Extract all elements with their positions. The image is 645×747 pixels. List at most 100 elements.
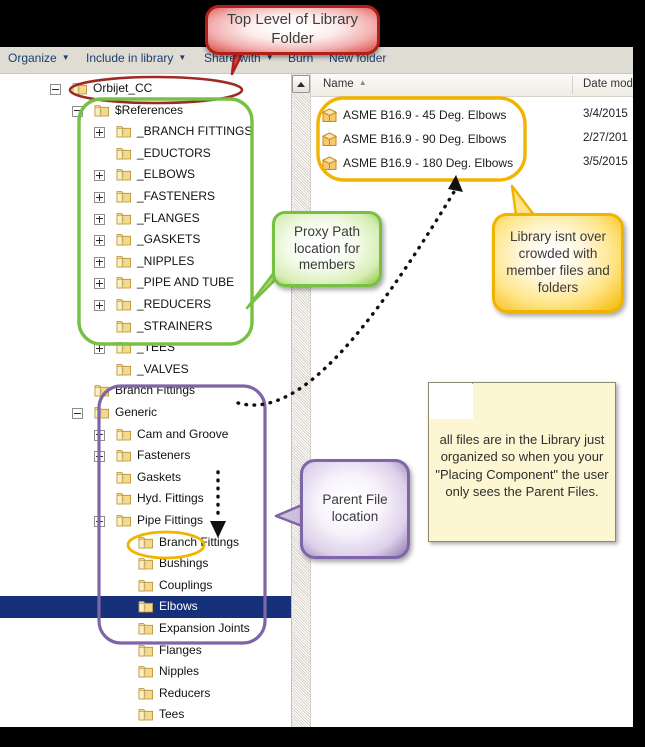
column-divider[interactable] — [572, 76, 573, 94]
folder-icon — [116, 232, 132, 247]
tree-item-pipe-fittings[interactable]: Pipe Fittings — [0, 510, 291, 532]
tree-item-label: Flanges — [159, 642, 202, 657]
tree-item-label: Nipples — [159, 664, 200, 679]
tree-item-elbows[interactable]: _ELBOWS — [0, 164, 291, 186]
tree-item-nipples[interactable]: Nipples — [0, 661, 291, 683]
expand-plus-icon[interactable] — [94, 235, 105, 247]
file-list-row[interactable]: ASME B16.9 - 90 Deg. Elbows 2/27/201 — [311, 128, 633, 152]
folder-icon — [94, 383, 110, 398]
file-list-column-header: Name ▲ Date mod — [311, 74, 633, 97]
tree-item-references[interactable]: $References — [0, 100, 291, 122]
collapse-minus-icon[interactable] — [72, 105, 83, 117]
tree-item-quick-connectors[interactable]: Quick Connectors — [0, 726, 291, 727]
tree-item-label: _STRAINERS — [137, 318, 213, 333]
expand-plus-icon[interactable] — [94, 256, 105, 268]
file-date-modified: 3/4/2015 — [583, 108, 628, 120]
column-header-date-modified[interactable]: Date mod — [583, 78, 633, 90]
tree-item-fasteners[interactable]: Fasteners — [0, 445, 291, 467]
folder-icon — [116, 340, 132, 355]
tree-item-generic[interactable]: Generic — [0, 402, 291, 424]
tree-item-expansion-joints[interactable]: Expansion Joints — [0, 618, 291, 640]
tree-item-couplings[interactable]: Couplings — [0, 575, 291, 597]
backdrop-bottom — [0, 727, 645, 747]
tree-item-label: Couplings — [159, 577, 213, 592]
tree-item-label: _NIPPLES — [137, 253, 195, 268]
expand-plus-icon[interactable] — [94, 170, 105, 182]
folder-icon — [116, 362, 132, 377]
callout-top-level-library: Top Level of Library Folder — [205, 5, 380, 55]
tree-item-eductors[interactable]: _EDUCTORS — [0, 143, 291, 165]
tree-item-gaskets[interactable]: _GASKETS — [0, 229, 291, 251]
folder-icon — [138, 599, 154, 614]
folder-icon — [116, 189, 132, 204]
file-name: ASME B16.9 - 180 Deg. Elbows — [343, 156, 514, 170]
tree-item-pipe-and-tube[interactable]: _PIPE AND TUBE — [0, 272, 291, 294]
expand-plus-icon[interactable] — [94, 343, 105, 355]
tree-item-branch-fittings[interactable]: Branch Fittings — [0, 532, 291, 554]
tree-item-flanges[interactable]: Flanges — [0, 640, 291, 662]
callout-text: Top Level of Library Folder — [227, 11, 358, 47]
tree-item-reducers[interactable]: _REDUCERS — [0, 294, 291, 316]
expand-plus-icon[interactable] — [94, 127, 105, 139]
tree-item-label: _FASTENERS — [137, 189, 216, 203]
column-header-name[interactable]: Name ▲ — [323, 78, 367, 90]
file-date-modified: 2/27/201 — [583, 132, 628, 144]
folder-tree-pane[interactable]: Orbijet_CC $References _BRANCH FITTINGS _ED… — [0, 74, 291, 727]
tree-item-bushings[interactable]: Bushings — [0, 553, 291, 575]
folder-icon — [138, 535, 154, 550]
expand-plus-icon[interactable] — [94, 278, 105, 290]
tree-item-branch-fittings[interactable]: Branch Fittings — [0, 380, 291, 402]
toolbar-item-include-in-library[interactable]: Include in library ▼ — [86, 51, 186, 65]
tree-item-label: Cam and Groove — [137, 426, 229, 441]
tree-item-flanges[interactable]: _FLANGES — [0, 208, 291, 230]
folder-icon — [116, 319, 132, 334]
cube-icon — [321, 155, 338, 172]
callout-proxy-path: Proxy Path location for members — [272, 211, 382, 287]
tree-item-fasteners[interactable]: _FASTENERS — [0, 186, 291, 208]
file-list-row[interactable]: ASME B16.9 - 180 Deg. Elbows 3/5/2015 — [311, 152, 633, 176]
expand-plus-icon[interactable] — [94, 451, 105, 463]
tree-item-gaskets[interactable]: Gaskets — [0, 467, 291, 489]
callout-text: Proxy Path location for members — [293, 223, 361, 273]
expand-plus-icon[interactable] — [94, 300, 105, 311]
tree-item-orbijet-cc[interactable]: Orbijet_CC — [0, 78, 291, 100]
collapse-minus-icon[interactable] — [94, 516, 105, 527]
scroll-up-arrow-icon[interactable] — [292, 75, 310, 93]
tree-item-label: _GASKETS — [137, 232, 201, 247]
tree-item-valves[interactable]: _VALVES — [0, 359, 291, 381]
tree-item-reducers[interactable]: Reducers — [0, 683, 291, 705]
backdrop-right — [633, 47, 645, 737]
tree-item-tees[interactable]: Tees — [0, 704, 291, 726]
tree-item-nipples[interactable]: _NIPPLES — [0, 251, 291, 273]
tree-item-cam-and-groove[interactable]: Cam and Groove — [0, 424, 291, 446]
tree-vertical-scrollbar[interactable] — [291, 74, 311, 727]
file-name: ASME B16.9 - 45 Deg. Elbows — [343, 108, 507, 122]
tree-item-label: $References — [115, 102, 184, 117]
collapse-minus-icon[interactable] — [50, 84, 61, 95]
tree-item-tees[interactable]: _TEES — [0, 337, 291, 359]
file-date-modified: 3/5/2015 — [583, 156, 628, 168]
expand-plus-icon[interactable] — [94, 429, 105, 441]
callout-text: Library isnt over crowded with member fi… — [506, 229, 610, 295]
expand-plus-icon[interactable] — [94, 192, 105, 203]
folder-icon — [116, 167, 132, 182]
tree-item-hyd-fittings[interactable]: Hyd. Fittings — [0, 488, 291, 510]
tree-item-label: _BRANCH FITTINGS — [137, 124, 253, 139]
callout-parent-file-location: Parent File location — [300, 459, 410, 559]
toolbar-item-organize[interactable]: Organize ▼ — [8, 51, 70, 65]
folder-icon — [116, 448, 132, 463]
tree-item-branch-fittings[interactable]: _BRANCH FITTINGS — [0, 121, 291, 143]
collapse-minus-icon[interactable] — [72, 408, 83, 419]
tree-item-elbows[interactable]: Elbows — [0, 596, 291, 619]
expand-plus-icon[interactable] — [94, 213, 105, 225]
file-list-row[interactable]: ASME B16.9 - 45 Deg. Elbows 3/4/2015 — [311, 104, 633, 128]
tree-item-strainers[interactable]: _STRAINERS — [0, 316, 291, 338]
tree-item-label: Gaskets — [137, 469, 182, 484]
folder-icon — [116, 491, 132, 506]
column-label: Name — [323, 78, 354, 90]
tree-item-label: Branch Fittings — [115, 383, 196, 398]
backdrop-top-right — [380, 0, 645, 47]
chevron-down-icon: ▼ — [61, 53, 70, 62]
folder-icon — [138, 621, 154, 636]
folder-icon — [138, 707, 154, 722]
